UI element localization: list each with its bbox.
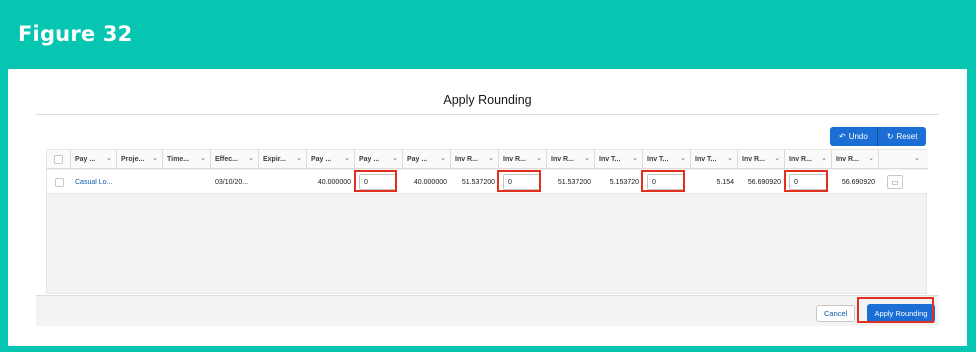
chevron-down-icon: ⌄ xyxy=(868,155,874,162)
cancel-button[interactable]: Cancel xyxy=(816,305,856,322)
pay-name-link[interactable]: Casual Lo... xyxy=(75,179,112,186)
column-header[interactable]: Inv T... ⌄ xyxy=(643,150,691,169)
chevron-down-icon: ⌄ xyxy=(200,155,206,162)
time-cell xyxy=(163,170,211,194)
chevron-down-icon: ⌄ xyxy=(440,155,446,162)
inv-tax-rounded-cell: 5.154 xyxy=(716,178,734,186)
chevron-down-icon: ⌄ xyxy=(914,155,920,162)
column-header[interactable]: Inv R... ⌄ xyxy=(785,150,832,169)
pay-name-cell[interactable]: Casual Lo... xyxy=(71,170,117,194)
pay-rounded-cell: 40.000000 xyxy=(413,178,447,186)
chevron-down-icon: ⌄ xyxy=(632,155,638,162)
inv-rate2-cell: 56.690920 xyxy=(747,178,781,186)
row-checkbox[interactable] xyxy=(47,170,71,194)
column-header[interactable]: Inv R... ⌄ xyxy=(738,150,785,169)
modal-title: Apply Rounding xyxy=(443,93,532,107)
checkbox-icon xyxy=(54,177,64,187)
chevron-down-icon: ⌄ xyxy=(296,155,302,162)
chevron-down-icon: ⌄ xyxy=(821,155,827,162)
highlight-box xyxy=(354,170,397,192)
select-all-checkbox[interactable] xyxy=(47,150,71,169)
checkbox-icon xyxy=(54,155,63,164)
column-header[interactable]: Inv R... ⌄ xyxy=(499,150,547,169)
column-header[interactable]: Pay ... ⌄ xyxy=(355,150,403,169)
highlight-box xyxy=(497,170,541,192)
undo-label: Undo xyxy=(848,132,868,141)
chevron-down-icon: ⌄ xyxy=(680,155,686,162)
chevron-down-icon: ⌄ xyxy=(584,155,590,162)
row-actions-cell: ▭ xyxy=(879,170,924,194)
chevron-down-icon: ⌄ xyxy=(344,155,350,162)
inv-rate2-rounded-cell: 56.690920 xyxy=(841,178,875,186)
inv-rounded-cell: 51.537200 xyxy=(557,178,591,186)
save-icon: ▭ xyxy=(891,177,899,187)
reset-button[interactable]: ↻ Reset xyxy=(877,127,927,146)
reset-label: Reset xyxy=(896,132,918,141)
chevron-down-icon: ⌄ xyxy=(488,155,494,162)
inv-rate-cell: 51.537200 xyxy=(461,178,495,186)
undo-reset-button-group: ↶ Undo ↻ Reset xyxy=(830,127,927,146)
chevron-down-icon: ⌄ xyxy=(774,155,780,162)
expiry-date-cell xyxy=(259,170,307,194)
chevron-down-icon: ⌄ xyxy=(392,155,398,162)
apply-rounding-modal: Apply Rounding ↶ Undo ↻ Reset Pay ... ⌄ P… xyxy=(8,69,967,346)
title-divider xyxy=(36,114,939,115)
inv-tax-cell: 5.153720 xyxy=(609,178,639,186)
column-header[interactable]: Pay ... ⌄ xyxy=(307,150,355,169)
row-actions-header[interactable]: ⌄ xyxy=(879,150,924,169)
figure-title: Figure 32 xyxy=(18,22,133,46)
reset-icon: ↻ xyxy=(886,132,894,141)
highlight-box xyxy=(784,170,828,192)
chevron-down-icon: ⌄ xyxy=(536,155,542,162)
column-header[interactable]: Inv R... ⌄ xyxy=(451,150,499,169)
undo-icon: ↶ xyxy=(839,132,846,141)
column-header[interactable]: Inv R... ⌄ xyxy=(547,150,595,169)
column-header[interactable]: Pay ... ⌄ xyxy=(403,150,451,169)
chevron-down-icon: ⌄ xyxy=(727,155,733,162)
chevron-down-icon: ⌄ xyxy=(106,155,112,162)
column-header[interactable]: Time... ⌄ xyxy=(163,150,211,169)
highlight-box xyxy=(857,297,934,323)
chevron-down-icon: ⌄ xyxy=(152,155,158,162)
figure-frame: Figure 32 Apply Rounding ↶ Undo ↻ Reset … xyxy=(0,0,976,352)
column-header[interactable]: Effec... ⌄ xyxy=(211,150,259,169)
column-header[interactable]: Proje... ⌄ xyxy=(117,150,163,169)
column-header[interactable]: Expir... ⌄ xyxy=(259,150,307,169)
undo-button[interactable]: ↶ Undo xyxy=(830,127,878,146)
table-header-row: Pay ... ⌄ Proje... ⌄ Time... ⌄ Effec... ⌄ Ex… xyxy=(47,150,928,169)
modal-footer: Cancel Apply Rounding xyxy=(36,295,939,326)
project-cell xyxy=(117,170,163,194)
column-header[interactable]: Inv T... ⌄ xyxy=(595,150,643,169)
column-header[interactable]: Inv T... ⌄ xyxy=(691,150,738,169)
save-row-button[interactable]: ▭ xyxy=(887,175,903,189)
chevron-down-icon: ⌄ xyxy=(248,155,254,162)
highlight-box xyxy=(641,170,685,192)
effective-date-cell: 03/10/20... xyxy=(215,178,249,186)
column-header[interactable]: Inv R... ⌄ xyxy=(832,150,879,169)
column-header[interactable]: Pay ... ⌄ xyxy=(71,150,117,169)
pay-rate-cell: 40.000000 xyxy=(317,178,351,186)
